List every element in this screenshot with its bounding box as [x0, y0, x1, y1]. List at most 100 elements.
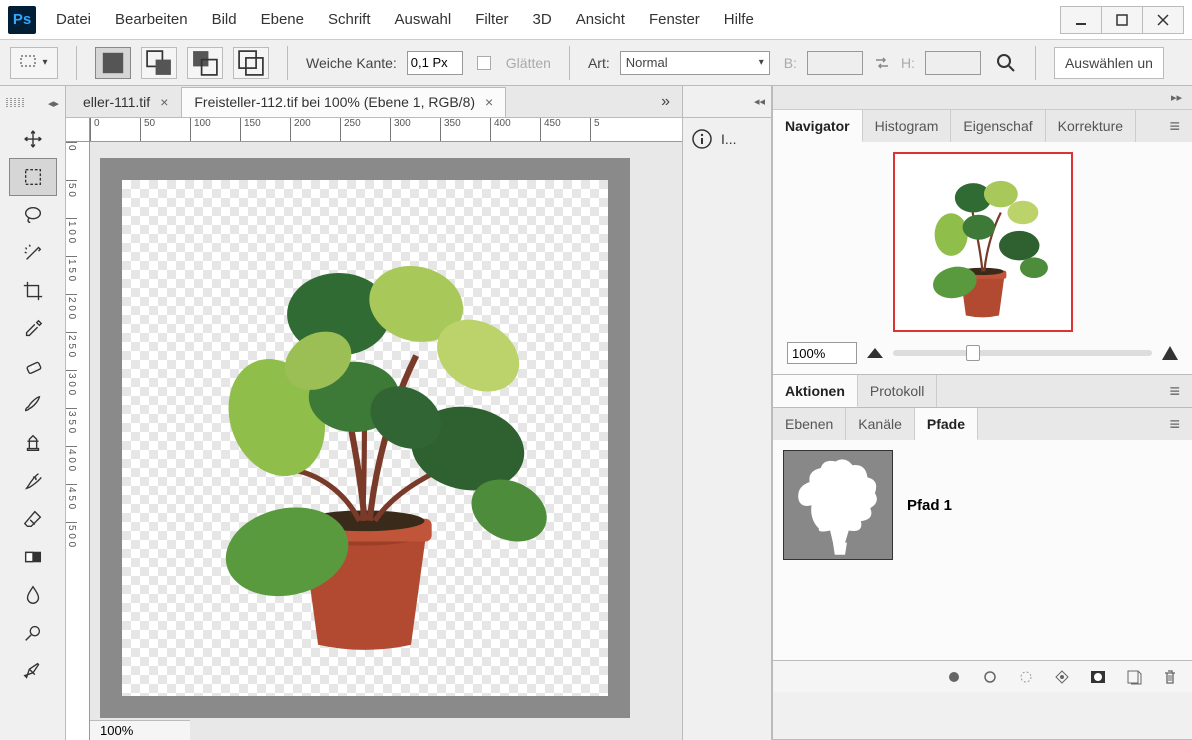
toolbar-collapse-icon[interactable]: ◂▸ [48, 97, 59, 110]
path-thumbnail [783, 450, 893, 560]
refine-edge-icon[interactable] [995, 52, 1017, 74]
dock-collapse-icon[interactable]: ◂◂ [754, 95, 765, 108]
menu-datei[interactable]: Datei [56, 11, 91, 28]
intersect-selection-button[interactable] [233, 47, 269, 79]
tab-label: Freisteller-112.tif bei 100% (Ebene 1, R… [194, 94, 475, 110]
magic-wand-tool[interactable] [9, 234, 57, 272]
tab-channels[interactable]: Kanäle [846, 408, 915, 440]
tab-close-icon[interactable]: × [160, 94, 168, 110]
menu-hilfe[interactable]: Hilfe [724, 11, 754, 28]
tool-preset-button[interactable]: ▾ [10, 47, 58, 79]
add-mask-icon[interactable] [1090, 669, 1106, 685]
clone-stamp-tool[interactable] [9, 424, 57, 462]
status-zoom[interactable]: 100% [90, 720, 190, 740]
tools-panel: ◂▸ [0, 86, 66, 740]
menu-3d[interactable]: 3D [533, 11, 552, 28]
move-tool[interactable] [9, 120, 57, 158]
path-name-label: Pfad 1 [907, 497, 952, 514]
collapsed-panel-dock: ◂◂ I... [682, 86, 772, 740]
zoom-slider[interactable] [893, 350, 1152, 356]
tab-actions[interactable]: Aktionen [773, 375, 858, 407]
tab-layers[interactable]: Ebenen [773, 408, 846, 440]
new-path-icon[interactable] [1126, 669, 1142, 685]
dodge-tool[interactable] [9, 614, 57, 652]
info-icon [691, 128, 713, 150]
zoom-out-icon[interactable] [867, 348, 883, 358]
lasso-tool[interactable] [9, 196, 57, 234]
canvas-area: 0501001502002503003504004505 05 01 0 01 … [66, 118, 682, 740]
gradient-tool[interactable] [9, 538, 57, 576]
subtract-selection-button[interactable] [187, 47, 223, 79]
antialias-label: Glätten [506, 55, 551, 71]
delete-path-icon[interactable] [1162, 669, 1178, 685]
eyedropper-tool[interactable] [9, 310, 57, 348]
path-to-selection-icon[interactable] [1018, 669, 1034, 685]
menu-fenster[interactable]: Fenster [649, 11, 700, 28]
document-tab-1[interactable]: eller-111.tif × [70, 87, 181, 117]
healing-brush-tool[interactable] [9, 348, 57, 386]
panel-menu-icon[interactable]: ≡ [1157, 116, 1192, 137]
navigator-thumbnail[interactable] [893, 152, 1073, 332]
new-selection-button[interactable] [95, 47, 131, 79]
select-and-mask-button[interactable]: Auswählen un [1054, 47, 1164, 79]
swap-dimensions-icon[interactable] [873, 54, 891, 72]
selection-to-path-icon[interactable] [1054, 669, 1070, 685]
feather-label: Weiche Kante: [306, 55, 397, 71]
stroke-path-icon[interactable] [982, 669, 998, 685]
tab-paths[interactable]: Pfade [915, 408, 978, 440]
menubar: Ps Datei Bearbeiten Bild Ebene Schrift A… [0, 0, 1192, 40]
tab-histogram[interactable]: Histogram [863, 110, 952, 142]
tab-adjustments[interactable]: Korrekture [1046, 110, 1136, 142]
app-logo: Ps [8, 6, 36, 34]
maximize-button[interactable] [1101, 6, 1143, 34]
window-controls [1061, 6, 1184, 34]
document-tab-2[interactable]: Freisteller-112.tif bei 100% (Ebene 1, R… [181, 87, 506, 117]
right-panel-dock: ▸▸ Navigator Histogram Eigenschaf Korrek… [772, 86, 1192, 740]
navigator-zoom-input[interactable]: 100% [787, 342, 857, 364]
tabs-overflow-icon[interactable]: » [649, 93, 682, 111]
pen-tool[interactable] [9, 652, 57, 690]
panel-menu-icon[interactable]: ≡ [1157, 381, 1192, 402]
document-image-icon [158, 206, 571, 670]
tab-properties[interactable]: Eigenschaf [951, 110, 1045, 142]
menu-ansicht[interactable]: Ansicht [576, 11, 625, 28]
menu-schrift[interactable]: Schrift [328, 11, 371, 28]
menu-bild[interactable]: Bild [212, 11, 237, 28]
eraser-tool[interactable] [9, 500, 57, 538]
marquee-tool[interactable] [9, 158, 57, 196]
dock-collapse-icon[interactable]: ▸▸ [1171, 91, 1182, 104]
info-panel-button[interactable]: I... [683, 118, 771, 160]
feather-input[interactable] [407, 51, 463, 75]
menu-auswahl[interactable]: Auswahl [395, 11, 452, 28]
width-label: B: [784, 55, 797, 71]
main-menu: Datei Bearbeiten Bild Ebene Schrift Ausw… [56, 11, 754, 28]
height-label: H: [901, 55, 915, 71]
tab-navigator[interactable]: Navigator [773, 110, 863, 142]
tab-close-icon[interactable]: × [485, 94, 493, 110]
minimize-button[interactable] [1060, 6, 1102, 34]
menu-bearbeiten[interactable]: Bearbeiten [115, 11, 188, 28]
ruler-horizontal[interactable]: 0501001502002503003504004505 [90, 118, 682, 142]
ruler-vertical[interactable]: 05 01 0 01 5 02 0 02 5 03 0 03 5 04 0 04… [66, 142, 90, 740]
menu-ebene[interactable]: Ebene [261, 11, 304, 28]
ruler-origin[interactable] [66, 118, 90, 142]
add-selection-button[interactable] [141, 47, 177, 79]
canvas-pasteboard [100, 158, 630, 718]
panel-menu-icon[interactable]: ≡ [1157, 414, 1192, 435]
crop-tool[interactable] [9, 272, 57, 310]
workspace: ◂▸ eller-111.tif × Freisteller-112.tif b… [0, 86, 1192, 740]
blur-tool[interactable] [9, 576, 57, 614]
actions-panel: Aktionen Protokoll ≡ [773, 375, 1192, 408]
navigator-panel: Navigator Histogram Eigenschaf Korrektur… [773, 110, 1192, 375]
style-select[interactable]: Normal▾ [620, 51, 770, 75]
toolbar-grip-icon[interactable] [6, 98, 24, 108]
history-brush-tool[interactable] [9, 462, 57, 500]
tab-history[interactable]: Protokoll [858, 375, 937, 407]
brush-tool[interactable] [9, 386, 57, 424]
path-item[interactable]: Pfad 1 [783, 450, 1182, 560]
zoom-in-icon[interactable] [1162, 346, 1178, 360]
canvas[interactable] [122, 180, 608, 696]
fill-path-icon[interactable] [946, 669, 962, 685]
close-button[interactable] [1142, 6, 1184, 34]
menu-filter[interactable]: Filter [475, 11, 508, 28]
